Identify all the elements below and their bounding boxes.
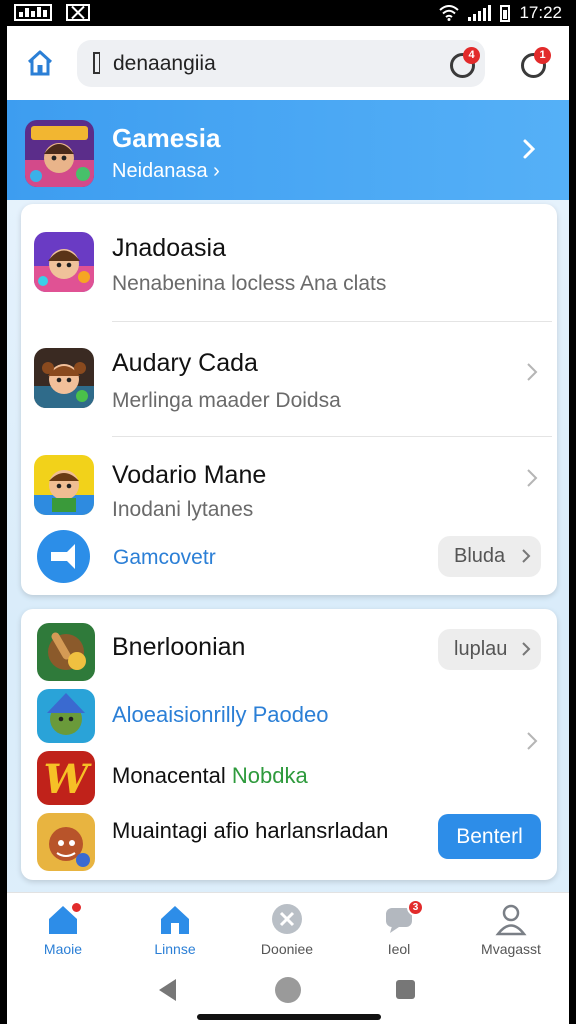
nav-label: Ieol: [387, 941, 411, 957]
play-button[interactable]: luplau: [438, 629, 541, 670]
status-bar: 17:22: [0, 0, 576, 26]
chevron-right-icon[interactable]: [526, 362, 538, 382]
divider: [112, 436, 552, 437]
game-title[interactable]: Muaintagi afio harlansrladan: [112, 818, 388, 844]
nav-label: Maoie: [43, 941, 83, 957]
wifi-icon: [439, 5, 460, 21]
search-input[interactable]: denaangiia: [113, 52, 216, 76]
chevron-right-icon[interactable]: [522, 138, 536, 160]
home-icon: [161, 906, 189, 934]
nav-item-home[interactable]: Maoie: [7, 893, 119, 965]
home-circle-icon[interactable]: [275, 977, 301, 1003]
bottom-nav: Maoie Linnse Dooniee 3 Ieol Mvagasst: [7, 892, 569, 964]
more-button[interactable]: Bluda: [438, 536, 541, 577]
nav-item-profile[interactable]: Mvagasst: [455, 893, 567, 965]
list-item-title[interactable]: Jnadoasia: [112, 234, 226, 263]
close-box-icon: [66, 4, 90, 21]
game-logo-icon: [25, 120, 94, 187]
game-avatar: [37, 813, 95, 871]
notification-button[interactable]: 4: [450, 47, 480, 79]
more-button-label: Bluda: [454, 545, 506, 567]
nav-label: Dooniee: [260, 941, 314, 957]
chevron-right-icon: [522, 549, 531, 563]
game-avatar: [37, 623, 95, 681]
status-time: 17:22: [519, 3, 562, 22]
list-item-subtitle: Inodani lytanes: [112, 498, 254, 521]
nav-badge: 3: [407, 899, 424, 916]
recent-apps-icon[interactable]: [396, 980, 415, 999]
nav-label: Mvagasst: [481, 941, 541, 957]
chevron-right-icon[interactable]: [526, 731, 538, 751]
banner-subtitle[interactable]: Neidanasa ›: [112, 160, 220, 183]
play-button-label: luplau: [454, 638, 508, 660]
game-avatar: [34, 455, 94, 515]
nav-label: Linnse: [154, 941, 196, 957]
game-title[interactable]: Monacental Nobdka: [112, 763, 308, 789]
game-title-link[interactable]: Aloeaisionrilly Paodeo: [112, 702, 328, 728]
game-avatar: W: [37, 751, 95, 805]
gesture-bar[interactable]: [197, 1014, 381, 1020]
text-cursor-icon: [93, 52, 100, 74]
banner-title: Gamesia: [112, 123, 221, 153]
notification-badge: 4: [463, 47, 480, 64]
list-item-title[interactable]: Vodario Mane: [112, 461, 266, 490]
nav-item-chat[interactable]: 3 Ieol: [343, 893, 455, 965]
search-bar[interactable]: denaangiia 4: [77, 40, 485, 87]
svg-text:W: W: [44, 756, 93, 803]
list-item-subtitle: Nenabenina locless Ana clats: [112, 272, 387, 295]
alerts-button[interactable]: 1: [521, 47, 551, 79]
list-item-subtitle: Merlinga maader Doidsa: [112, 389, 341, 412]
chevron-right-icon[interactable]: [526, 468, 538, 488]
divider: [112, 321, 552, 322]
game-title-part: Monacental: [112, 763, 226, 788]
game-controller-icon[interactable]: [37, 530, 90, 583]
signal-icon: [468, 5, 492, 21]
games-card: Bnerloonian luplau Aloeaisionrilly Paode…: [21, 609, 557, 880]
game-avatar: [34, 232, 94, 292]
nav-badge: [70, 901, 83, 914]
gallery-icon: [14, 4, 52, 21]
nav-item-games[interactable]: Dooniee: [231, 893, 343, 965]
system-nav-bar: [7, 964, 569, 1024]
games-icon: [272, 904, 302, 934]
profile-icon: [495, 904, 527, 936]
list-item-title[interactable]: Audary Cada: [112, 349, 258, 378]
featured-banner[interactable]: Gamesia Neidanasa ›: [7, 100, 569, 200]
game-title-highlight: Nobdka: [231, 763, 308, 788]
back-icon[interactable]: [159, 979, 176, 1001]
game-cover-link[interactable]: Gamcovetr: [113, 546, 216, 570]
enter-button[interactable]: Benterl: [438, 814, 541, 859]
top-bar: denaangiia 4 1: [7, 26, 569, 100]
game-avatar: [37, 689, 95, 743]
game-avatar: [34, 348, 94, 408]
nav-item-browse[interactable]: Linnse: [119, 893, 231, 965]
app-screen: denaangiia 4 1 Gamesia Neidanasa › Jnado…: [7, 26, 569, 1024]
battery-icon: [500, 4, 511, 22]
chevron-right-icon: [522, 642, 531, 656]
game-title[interactable]: Bnerloonian: [112, 633, 245, 662]
home-icon[interactable]: [25, 48, 55, 78]
game-list-card: Jnadoasia Nenabenina locless Ana clats A…: [21, 204, 557, 595]
alerts-badge: 1: [534, 47, 551, 64]
